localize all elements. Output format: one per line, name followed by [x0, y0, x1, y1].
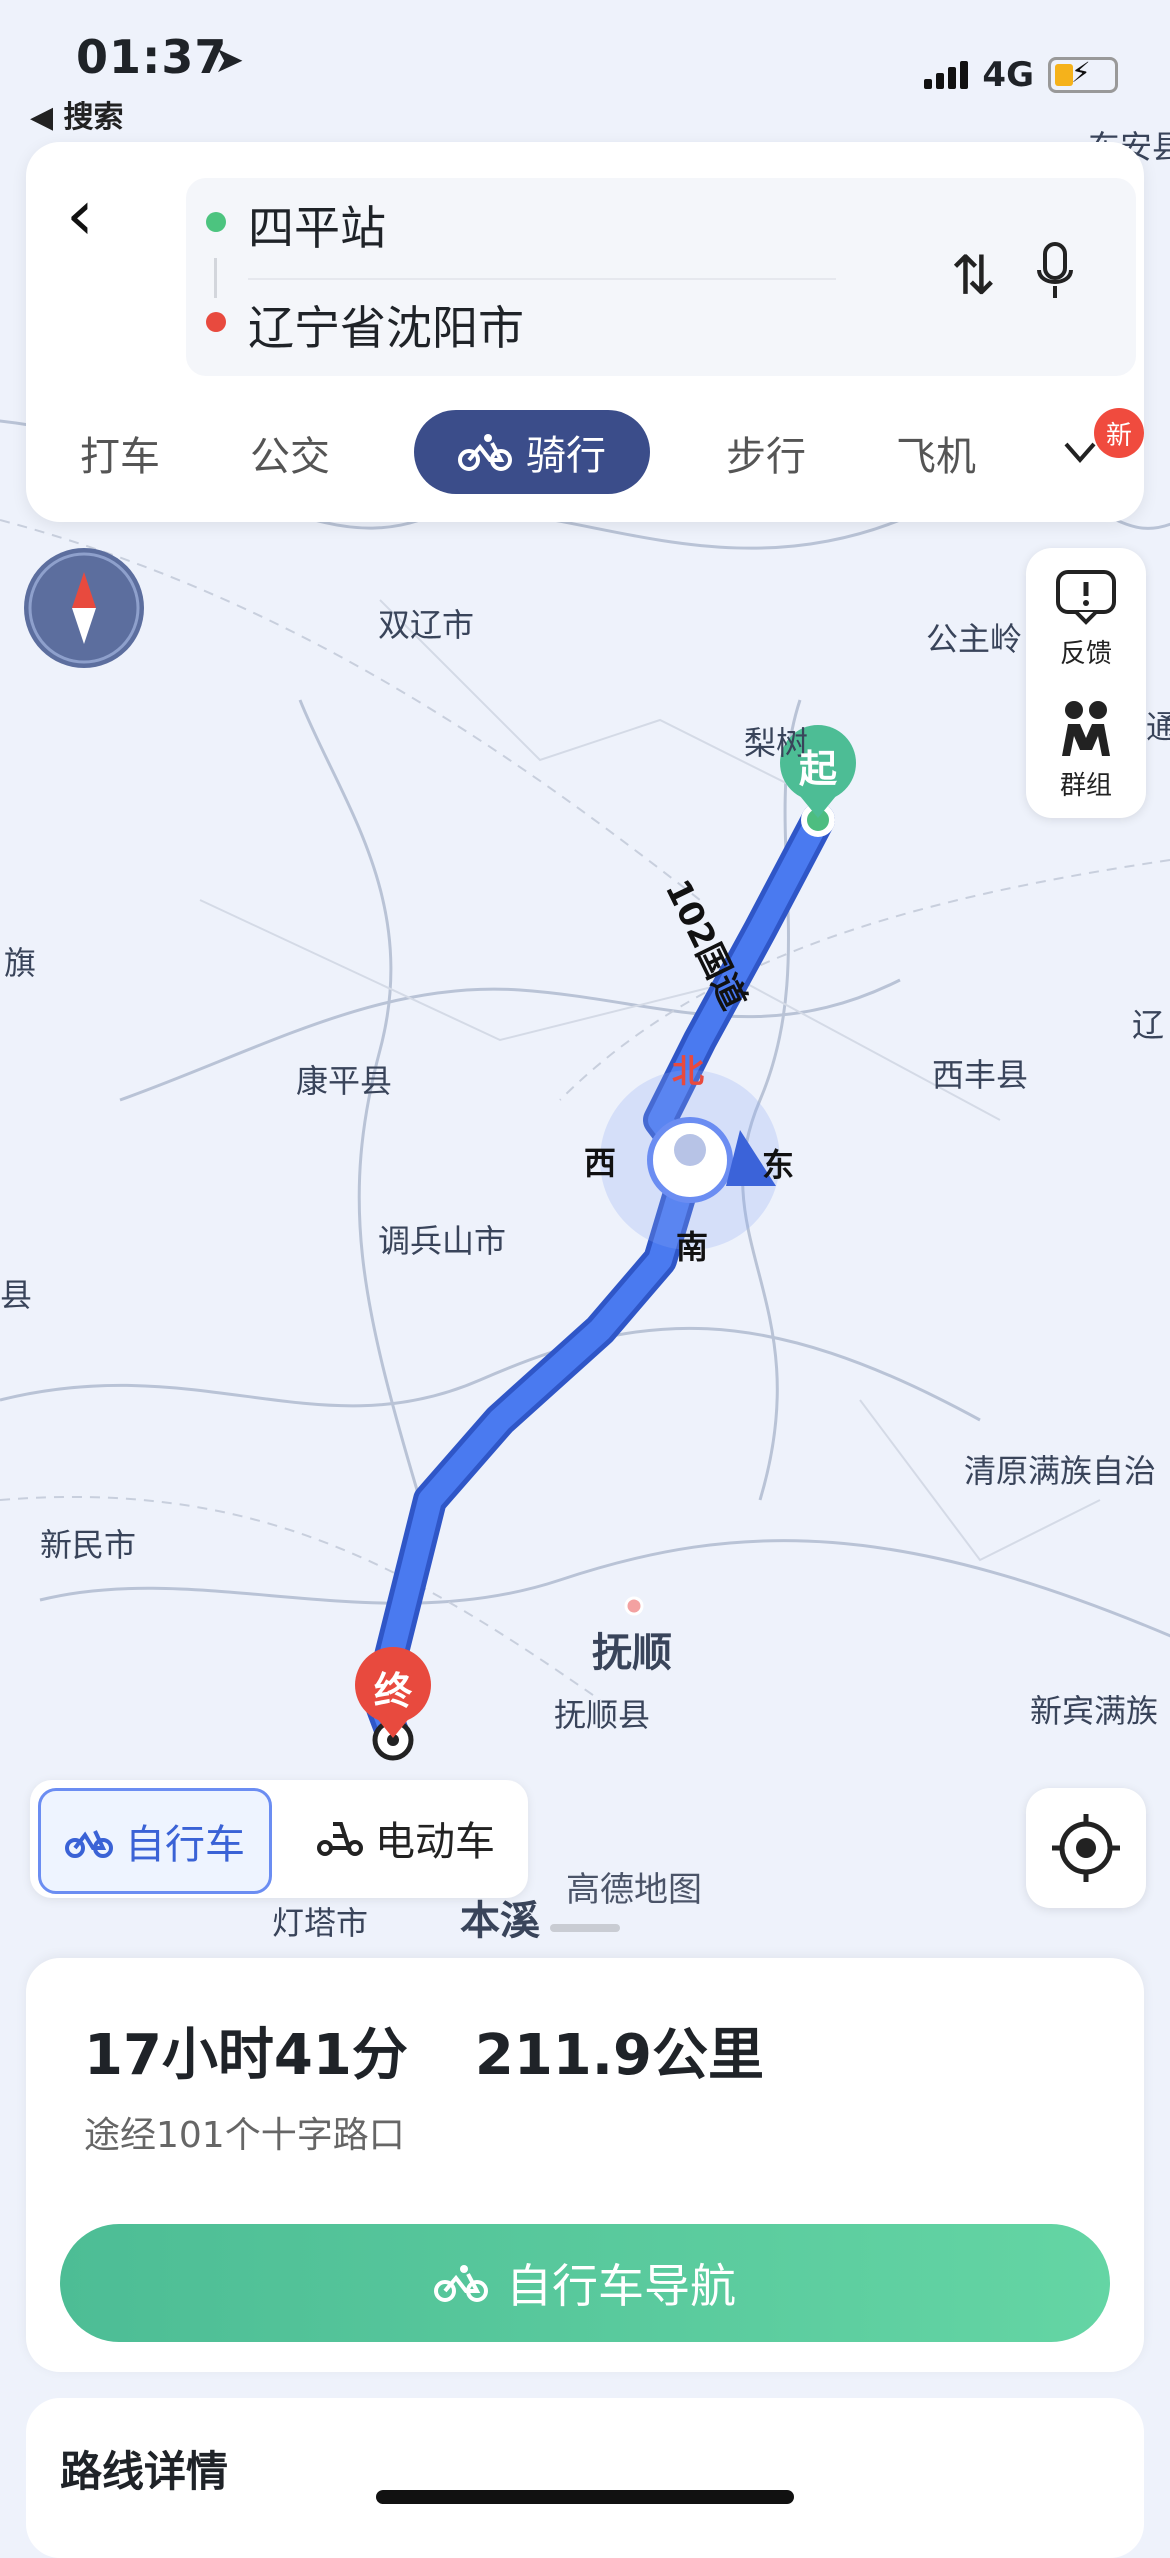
status-indicators: 4G ⚡	[924, 55, 1118, 95]
scooter-icon	[317, 1822, 363, 1856]
new-badge: 新	[1094, 408, 1144, 458]
transport-tabs: 打车 公交 骑行 步行 飞机 新	[26, 404, 1144, 504]
map-label: 新民市	[40, 1526, 137, 1564]
route-details-card[interactable]: 路线详情	[26, 2398, 1144, 2558]
feedback-icon	[1056, 570, 1116, 625]
dir-east: 东	[762, 1146, 795, 1184]
group-icon	[1062, 701, 1110, 756]
map-label: 调兵山市	[378, 1222, 507, 1260]
mode-bicycle[interactable]: 自行车	[38, 1788, 272, 1894]
dir-north: 北	[672, 1052, 705, 1090]
origin-destination-box: 四平站 辽宁省沈阳市 ⇅	[186, 178, 1136, 376]
signal-icon	[924, 61, 969, 89]
map-label: 灯塔市	[272, 1904, 369, 1942]
back-to-search[interactable]: ◀ 搜索	[30, 92, 124, 136]
destination-field[interactable]: 辽宁省沈阳市	[206, 292, 524, 358]
microphone-icon[interactable]	[1036, 242, 1074, 302]
network-label: 4G	[982, 55, 1034, 95]
map-watermark: 高德地图	[566, 1870, 702, 1910]
map-label: 通	[1146, 708, 1170, 746]
group-button[interactable]: 群组	[1026, 698, 1146, 802]
dir-south: 南	[676, 1228, 709, 1266]
vehicle-mode-toggle: 自行车 电动车	[30, 1780, 528, 1898]
chevron-down-icon[interactable]	[1062, 434, 1098, 470]
dir-west: 西	[584, 1144, 617, 1182]
map-label: 公主岭	[926, 620, 1023, 658]
feedback-button[interactable]: 反馈	[1026, 568, 1146, 670]
battery-icon: ⚡	[1048, 56, 1118, 93]
map-label: 旗	[4, 944, 37, 982]
map-label: 抚顺	[592, 1630, 672, 1676]
route-summary: 17小时41分 211.9公里	[84, 2010, 764, 2091]
crosshair-icon	[1052, 1814, 1120, 1882]
route-via: 途经101个十字路口	[84, 2115, 405, 2156]
map-label: 西丰县	[932, 1056, 1029, 1094]
route-details-title: 路线详情	[60, 2447, 229, 2496]
map-label: 康平县	[296, 1062, 393, 1100]
compass-icon	[28, 552, 140, 664]
route-summary-sheet: 17小时41分 211.9公里 途经101个十字路口 自行车导航	[26, 1958, 1144, 2372]
map-label: 县	[0, 1276, 33, 1314]
tab-cycling[interactable]: 骑行	[414, 410, 650, 494]
bicycle-icon	[458, 434, 512, 471]
side-panel: 反馈 群组	[1026, 548, 1146, 818]
map-label: 新宾满族	[1030, 1692, 1159, 1730]
home-indicator[interactable]	[376, 2490, 794, 2504]
locate-button[interactable]	[1026, 1788, 1146, 1908]
origin-dot	[206, 212, 226, 232]
map-label: 双辽市	[378, 606, 475, 644]
bicycle-navigation-button[interactable]: 自行车导航	[60, 2224, 1110, 2342]
mode-ebike[interactable]: 电动车	[290, 1788, 520, 1888]
map-label: 抚顺县	[554, 1696, 651, 1734]
tab-flight[interactable]: 飞机	[896, 424, 976, 482]
distance: 211.9公里	[474, 2023, 764, 2088]
duration: 17小时41分	[84, 2023, 408, 2088]
end-marker-label: 终	[373, 1669, 412, 1713]
status-time: 01:37	[76, 30, 228, 84]
route-card: ‹ 四平站 辽宁省沈阳市 ⇅ 打车 公交 骑行 步行 飞机 新	[26, 142, 1144, 522]
tab-bus[interactable]: 公交	[250, 424, 330, 482]
tab-taxi[interactable]: 打车	[80, 424, 160, 482]
sheet-grabber[interactable]	[550, 1924, 620, 1932]
tab-walk[interactable]: 步行	[726, 424, 806, 482]
bicycle-icon	[434, 2265, 488, 2302]
destination-dot	[206, 312, 226, 332]
back-button[interactable]: ‹	[66, 180, 94, 250]
bicycle-icon	[65, 1830, 113, 1858]
start-marker-label: 起	[798, 747, 837, 791]
map-label: 清原满族自治	[964, 1452, 1157, 1490]
origin-field[interactable]: 四平站	[206, 192, 386, 258]
compass-button[interactable]	[24, 548, 144, 668]
swap-icon[interactable]: ⇅	[951, 244, 996, 307]
map-label: 辽	[1132, 1006, 1165, 1044]
location-arrow-icon: ➤	[214, 40, 245, 81]
